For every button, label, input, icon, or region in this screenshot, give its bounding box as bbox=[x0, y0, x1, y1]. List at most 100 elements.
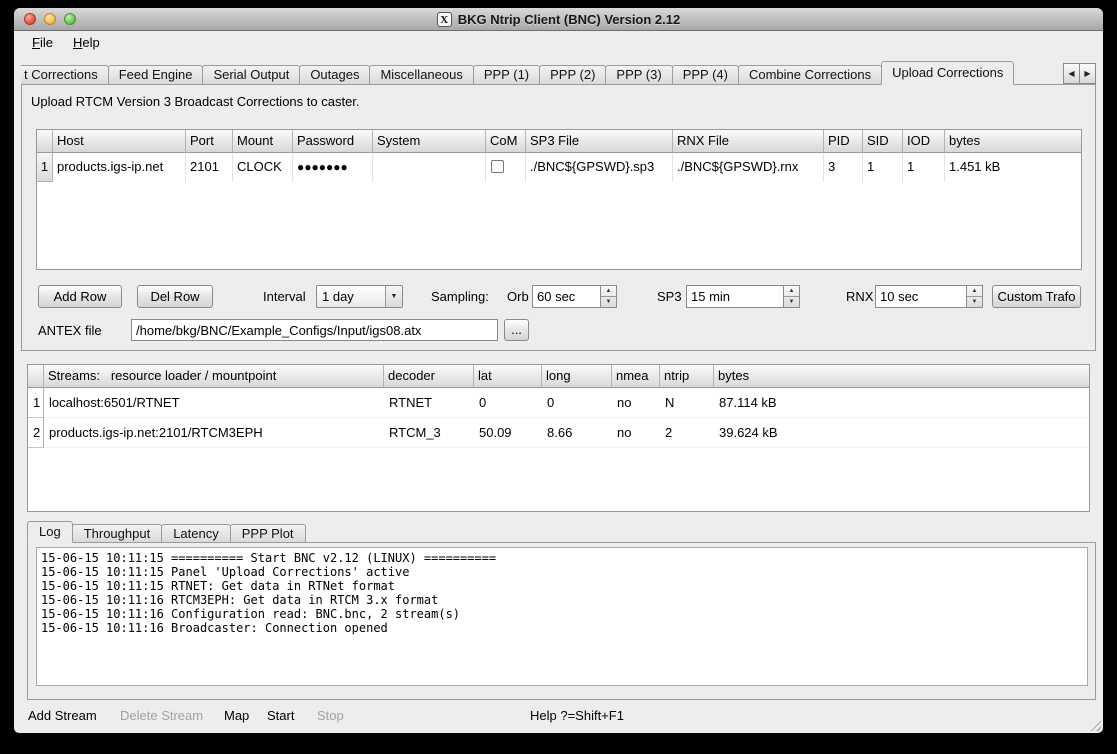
tab-log[interactable]: Log bbox=[27, 521, 73, 543]
tab-ppp-3[interactable]: PPP (3) bbox=[605, 65, 672, 84]
cell-nmea[interactable]: no bbox=[612, 418, 660, 448]
cell-long[interactable]: 8.66 bbox=[542, 418, 612, 448]
cell-ntrip[interactable]: 2 bbox=[660, 418, 714, 448]
cell-system: IGS08 ▼ bbox=[373, 153, 486, 182]
delete-stream-button: Delete Stream bbox=[120, 708, 203, 723]
cell-rnx-file[interactable]: ./BNC${GPSWD}.rnx bbox=[673, 153, 824, 182]
tab-ppp-plot[interactable]: PPP Plot bbox=[230, 524, 306, 542]
cell-decoder[interactable]: RTCM_3 bbox=[384, 418, 474, 448]
tab-latency[interactable]: Latency bbox=[161, 524, 231, 542]
custom-trafo-button[interactable]: Custom Trafo bbox=[992, 285, 1081, 308]
header-bytes: bytes bbox=[714, 365, 1089, 388]
cell-decoder[interactable]: RTNET bbox=[384, 388, 474, 418]
tab-scroll-right-icon[interactable]: ▶ bbox=[1079, 63, 1096, 84]
streams-table-corner bbox=[28, 365, 44, 388]
interval-combobox[interactable]: 1 day ▼ bbox=[316, 285, 403, 308]
header-decoder: decoder bbox=[384, 365, 474, 388]
spin-up-icon[interactable]: ▲ bbox=[784, 286, 799, 297]
cell-ntrip[interactable]: N bbox=[660, 388, 714, 418]
panel-description: Upload RTCM Version 3 Broadcast Correcti… bbox=[31, 94, 360, 109]
cell-pid[interactable]: 3 bbox=[824, 153, 863, 182]
orb-sampling-value: 60 sec bbox=[533, 286, 600, 307]
menu-file[interactable]: File bbox=[22, 32, 63, 54]
header-sp3-file: SP3 File bbox=[526, 130, 673, 153]
title-bar[interactable]: X BKG Ntrip Client (BNC) Version 2.12 bbox=[14, 8, 1103, 31]
cell-mountpoint[interactable]: localhost:6501/RTNET bbox=[44, 388, 384, 418]
cell-lat[interactable]: 0 bbox=[474, 388, 542, 418]
log-line: 15-06-15 10:11:15 Panel 'Upload Correcti… bbox=[41, 565, 1083, 579]
cell-nmea[interactable]: no bbox=[612, 388, 660, 418]
antex-file-label: ANTEX file bbox=[38, 323, 102, 338]
interval-label: Interval bbox=[263, 289, 306, 304]
log-line: 15-06-15 10:11:16 Broadcaster: Connectio… bbox=[41, 621, 1083, 635]
stream-row[interactable]: 2 products.igs-ip.net:2101/RTCM3EPH RTCM… bbox=[28, 418, 1089, 448]
stream-row[interactable]: 1 localhost:6501/RTNET RTNET 0 0 no N 87… bbox=[28, 388, 1089, 418]
spin-up-icon[interactable]: ▲ bbox=[967, 286, 982, 297]
row-number[interactable]: 2 bbox=[28, 418, 44, 448]
tab-upload-corrections[interactable]: Upload Corrections bbox=[881, 61, 1014, 85]
spin-down-icon[interactable]: ▼ bbox=[784, 297, 799, 307]
tab-ppp-4[interactable]: PPP (4) bbox=[672, 65, 739, 84]
upload-table: Host Port Mount Password System CoM SP3 … bbox=[36, 129, 1082, 270]
del-row-button[interactable]: Del Row bbox=[137, 285, 213, 308]
header-bytes: bytes bbox=[945, 130, 1081, 153]
header-ntrip: ntrip bbox=[660, 365, 714, 388]
log-panel: 15-06-15 10:11:15 ========== Start BNC v… bbox=[27, 542, 1096, 700]
upload-corrections-panel: Upload RTCM Version 3 Broadcast Correcti… bbox=[21, 84, 1096, 351]
cell-lat[interactable]: 50.09 bbox=[474, 418, 542, 448]
log-line: 15-06-15 10:11:16 RTCM3EPH: Get data in … bbox=[41, 593, 1083, 607]
tab-combine-corrections[interactable]: Combine Corrections bbox=[738, 65, 882, 84]
row-number[interactable]: 1 bbox=[28, 388, 44, 418]
cell-host[interactable]: products.igs-ip.net bbox=[53, 153, 186, 182]
sp3-sampling-spinbox[interactable]: 15 min ▲ ▼ bbox=[686, 285, 800, 308]
header-password: Password bbox=[293, 130, 373, 153]
tab-broadcast-corrections[interactable]: t Corrections bbox=[21, 65, 109, 84]
cell-mount[interactable]: CLOCK bbox=[233, 153, 293, 182]
tab-serial-output[interactable]: Serial Output bbox=[202, 65, 300, 84]
map-button[interactable]: Map bbox=[224, 708, 249, 723]
header-mount: Mount bbox=[233, 130, 293, 153]
header-rnx-file: RNX File bbox=[673, 130, 824, 153]
start-button[interactable]: Start bbox=[267, 708, 294, 723]
add-row-button[interactable]: Add Row bbox=[38, 285, 122, 308]
add-stream-button[interactable]: Add Stream bbox=[28, 708, 97, 723]
orb-sampling-spinbox[interactable]: 60 sec ▲ ▼ bbox=[532, 285, 617, 308]
spin-buttons: ▲ ▼ bbox=[600, 286, 616, 307]
cell-sid[interactable]: 1 bbox=[863, 153, 903, 182]
tab-throughput[interactable]: Throughput bbox=[72, 524, 163, 542]
header-pid: PID bbox=[824, 130, 863, 153]
com-checkbox[interactable] bbox=[491, 160, 504, 173]
rnx-sampling-spinbox[interactable]: 10 sec ▲ ▼ bbox=[875, 285, 983, 308]
antex-browse-button[interactable]: ... bbox=[504, 319, 529, 341]
menu-file-mnemonic: F bbox=[32, 35, 40, 50]
title-wrap: X BKG Ntrip Client (BNC) Version 2.12 bbox=[14, 8, 1103, 31]
cell-password-masked[interactable]: ●●●●●●● bbox=[293, 153, 373, 182]
tab-bar: t Corrections Feed Engine Serial Output … bbox=[21, 61, 1096, 85]
spin-down-icon[interactable]: ▼ bbox=[601, 297, 616, 307]
header-port: Port bbox=[186, 130, 233, 153]
chevron-down-icon[interactable]: ▼ bbox=[385, 286, 402, 307]
menu-help[interactable]: Help bbox=[63, 32, 110, 54]
cell-sp3-file[interactable]: ./BNC${GPSWD}.sp3 bbox=[526, 153, 673, 182]
resize-grip-icon[interactable] bbox=[1088, 718, 1101, 731]
tab-feed-engine[interactable]: Feed Engine bbox=[108, 65, 204, 84]
cell-iod[interactable]: 1 bbox=[903, 153, 945, 182]
spin-down-icon[interactable]: ▼ bbox=[967, 297, 982, 307]
row-number[interactable]: 1 bbox=[37, 153, 53, 182]
tab-ppp-1[interactable]: PPP (1) bbox=[473, 65, 540, 84]
tab-outages[interactable]: Outages bbox=[299, 65, 370, 84]
cell-long[interactable]: 0 bbox=[542, 388, 612, 418]
header-long: long bbox=[542, 365, 612, 388]
log-line: 15-06-15 10:11:15 RTNET: Get data in RTN… bbox=[41, 579, 1083, 593]
tab-scroll-left-icon[interactable]: ◀ bbox=[1063, 63, 1080, 84]
tab-ppp-2[interactable]: PPP (2) bbox=[539, 65, 606, 84]
header-mountpoint: Streams: resource loader / mountpoint bbox=[44, 365, 384, 388]
spin-up-icon[interactable]: ▲ bbox=[601, 286, 616, 297]
log-output[interactable]: 15-06-15 10:11:15 ========== Start BNC v… bbox=[36, 547, 1088, 686]
tab-miscellaneous[interactable]: Miscellaneous bbox=[369, 65, 473, 84]
header-lat: lat bbox=[474, 365, 542, 388]
cell-port[interactable]: 2101 bbox=[186, 153, 233, 182]
cell-mountpoint[interactable]: products.igs-ip.net:2101/RTCM3EPH bbox=[44, 418, 384, 448]
antex-file-input[interactable] bbox=[131, 319, 498, 341]
spin-buttons: ▲ ▼ bbox=[966, 286, 982, 307]
